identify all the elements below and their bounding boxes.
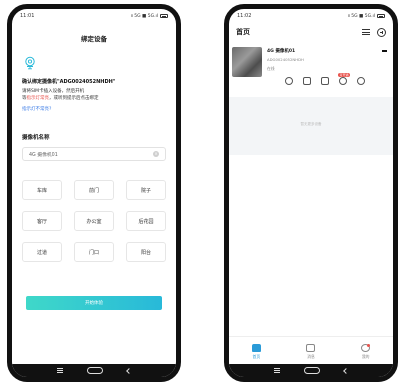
share-icon[interactable] <box>303 77 311 85</box>
signal-icon: ॥ 5G ■ 5G.ıl <box>347 14 375 19</box>
home-nav-icon[interactable] <box>87 367 103 374</box>
add-device-icon[interactable] <box>377 27 386 37</box>
indicator-help-link[interactable]: 指示灯不常亮? <box>22 106 51 112</box>
system-nav-bar <box>12 364 176 377</box>
more-icon[interactable] <box>382 50 387 52</box>
home-nav-icon[interactable] <box>304 367 320 374</box>
home-icon <box>251 343 261 352</box>
promo-badge: 可开通 <box>337 73 350 77</box>
profile-icon <box>361 343 371 352</box>
battery-icon <box>377 14 385 18</box>
tab-messages[interactable]: 消息 <box>306 343 316 360</box>
status-icons: ॥ 5G ■ 5G.ıl <box>347 13 385 19</box>
location-chip[interactable]: 客厅 <box>22 211 62 231</box>
empty-hint: 暂无更多设备 <box>300 122 322 126</box>
status-time: 11:02 <box>237 13 252 19</box>
location-chip[interactable]: 车库 <box>22 180 62 200</box>
back-nav-icon[interactable] <box>126 367 132 374</box>
camera-name-value: 4G 摄像机01 <box>29 152 58 158</box>
location-chip[interactable]: 门口 <box>74 242 114 262</box>
status-bar: 11:01 ॥ 5G ■ 5G.ıl <box>12 9 176 23</box>
tab-label: 首页 <box>252 353 261 359</box>
tab-home[interactable]: 首页 <box>251 343 261 360</box>
home-header: 首页 <box>229 23 393 41</box>
camera-thumbnail[interactable] <box>232 47 262 77</box>
menu-nav-icon[interactable] <box>57 368 63 373</box>
page-title: 绑定设备 <box>81 35 107 43</box>
device-list-area: 暂无更多设备 <box>229 97 393 155</box>
device-name: 4G 摄像机01 <box>267 49 296 54</box>
system-nav-bar <box>229 364 393 377</box>
status-bar: 11:02 ॥ 5G ■ 5G.ıl <box>229 9 393 23</box>
alarm-bell-icon[interactable] <box>285 77 293 85</box>
cloud-icon[interactable]: 可开通 <box>337 73 350 85</box>
tab-label: 消息 <box>307 353 315 359</box>
location-chip[interactable]: 办公室 <box>74 211 114 231</box>
clear-icon[interactable]: × <box>153 151 159 157</box>
status-icons: ॥ 5G ■ 5G.ıl <box>130 13 168 19</box>
camera-icon <box>25 56 35 70</box>
location-grid: 车库 前门 院子 客厅 办公室 后花园 过道 门口 阳台 <box>22 180 166 262</box>
instruction-line2: 等指示灯常亮，或听到提示后点击绑定 <box>22 96 99 103</box>
camera-name-label: 摄像机名称 <box>22 135 50 141</box>
status-time: 11:01 <box>20 13 35 19</box>
location-chip[interactable]: 前门 <box>74 180 114 200</box>
back-nav-icon[interactable] <box>343 367 349 374</box>
instruction-text: 请将SIM卡插入设备，然后开机 等指示灯常亮，或听到提示后点击绑定 <box>22 89 99 102</box>
bottom-tab-bar: 首页 消息 我的 <box>229 336 393 364</box>
header-actions <box>362 27 386 37</box>
message-icon <box>306 343 316 352</box>
settings-icon[interactable] <box>357 77 365 85</box>
tab-profile[interactable]: 我的 <box>361 343 371 360</box>
signal-icon: ॥ 5G ■ 5G.ıl <box>130 14 158 19</box>
device-actions: 可开通 <box>285 73 365 85</box>
camera-name-input[interactable]: 4G 摄像机01 × <box>22 147 166 161</box>
phone-bind-device: 11:01 ॥ 5G ■ 5G.ıl 绑定设备 确认绑定摄像机"ADG00240… <box>7 4 181 382</box>
confirm-bind-text: 确认绑定摄像机"ADG0024052NHDH" <box>22 79 116 85</box>
instruction-highlight: 指示灯常亮 <box>26 95 50 101</box>
location-chip[interactable]: 过道 <box>22 242 62 262</box>
location-chip[interactable]: 阳台 <box>126 242 166 262</box>
device-card[interactable]: 4G 摄像机01 ADG0024052NHDH 在线 可开通 <box>229 44 393 97</box>
location-chip[interactable]: 后花园 <box>126 211 166 231</box>
location-chip[interactable]: 院子 <box>126 180 166 200</box>
device-id: ADG0024052NHDH <box>267 57 304 62</box>
menu-nav-icon[interactable] <box>274 368 280 373</box>
instruction-suffix: ，或听到提示后点击绑定 <box>49 95 99 101</box>
battery-icon <box>160 14 168 18</box>
tab-label: 我的 <box>361 353 370 359</box>
page-title: 首页 <box>236 28 250 36</box>
phone-home: 11:02 ॥ 5G ■ 5G.ıl 首页 4G 摄像机01 ADG002405… <box>224 4 398 382</box>
start-button[interactable]: 开始体验 <box>26 296 162 310</box>
playback-icon[interactable] <box>321 77 329 85</box>
device-status: 在线 <box>267 66 275 71</box>
list-view-icon[interactable] <box>362 29 370 35</box>
